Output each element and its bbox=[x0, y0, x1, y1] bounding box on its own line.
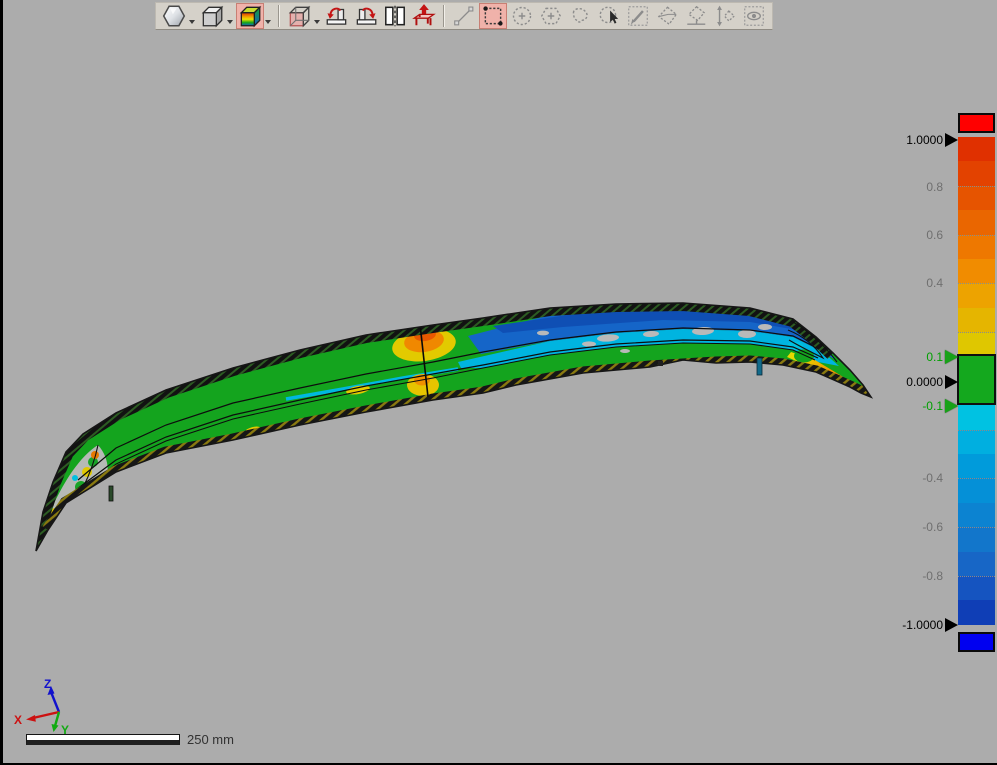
legend-band bbox=[958, 600, 995, 624]
legend-band bbox=[958, 576, 995, 600]
legend-lower-tolerance-label: -0.1 bbox=[896, 399, 943, 413]
legend-band bbox=[958, 235, 995, 259]
svg-text:Z: Z bbox=[44, 677, 51, 691]
application-window: 1.0000 0.8 0.6 0.4 0.1 0.0000 -0.1 -0.4 … bbox=[0, 0, 997, 765]
legend-below-min-box bbox=[958, 632, 995, 652]
legend-band bbox=[958, 454, 995, 478]
legend-max-label: 1.0000 bbox=[896, 133, 943, 147]
legend-tick-label: 0.8 bbox=[896, 180, 943, 194]
legend-band bbox=[958, 527, 995, 551]
legend-zero-marker[interactable] bbox=[945, 375, 958, 389]
legend-band bbox=[958, 137, 995, 161]
legend-tick-label: -0.4 bbox=[896, 471, 943, 485]
legend-band bbox=[958, 332, 995, 356]
legend-above-max-box bbox=[958, 113, 995, 133]
legend-band bbox=[958, 308, 995, 332]
scale-bar-label: 250 mm bbox=[187, 732, 234, 747]
legend-band bbox=[958, 405, 995, 429]
legend-tick-label: -0.6 bbox=[896, 520, 943, 534]
legend-min-marker[interactable] bbox=[945, 618, 958, 632]
legend-lower-tolerance-marker[interactable] bbox=[945, 399, 958, 413]
z-axis: Z bbox=[44, 677, 59, 712]
legend-zero-label: 0.0000 bbox=[896, 375, 943, 389]
legend-band bbox=[958, 186, 995, 210]
legend-tick-label: -0.8 bbox=[896, 569, 943, 583]
legend-band bbox=[958, 552, 995, 576]
legend-min-label: -1.0000 bbox=[896, 618, 943, 632]
legend-band bbox=[958, 161, 995, 185]
legend-upper-tolerance-marker[interactable] bbox=[945, 350, 958, 364]
legend-max-marker[interactable] bbox=[945, 133, 958, 147]
legend-tolerance-zone bbox=[957, 354, 996, 405]
svg-text:X: X bbox=[14, 713, 22, 727]
legend-band bbox=[958, 283, 995, 307]
viewport-3d-model[interactable] bbox=[3, 0, 997, 765]
scale-bar bbox=[26, 734, 180, 745]
legend-band bbox=[958, 430, 995, 454]
deviation-color-legend: 1.0000 0.8 0.6 0.4 0.1 0.0000 -0.1 -0.4 … bbox=[896, 108, 997, 674]
legend-band bbox=[958, 503, 995, 527]
legend-tick-label: 0.6 bbox=[896, 228, 943, 242]
legend-upper-tolerance-label: 0.1 bbox=[896, 350, 943, 364]
legend-band bbox=[958, 259, 995, 283]
legend-band bbox=[958, 478, 995, 502]
legend-tick-label: 0.4 bbox=[896, 276, 943, 290]
legend-band bbox=[958, 210, 995, 234]
